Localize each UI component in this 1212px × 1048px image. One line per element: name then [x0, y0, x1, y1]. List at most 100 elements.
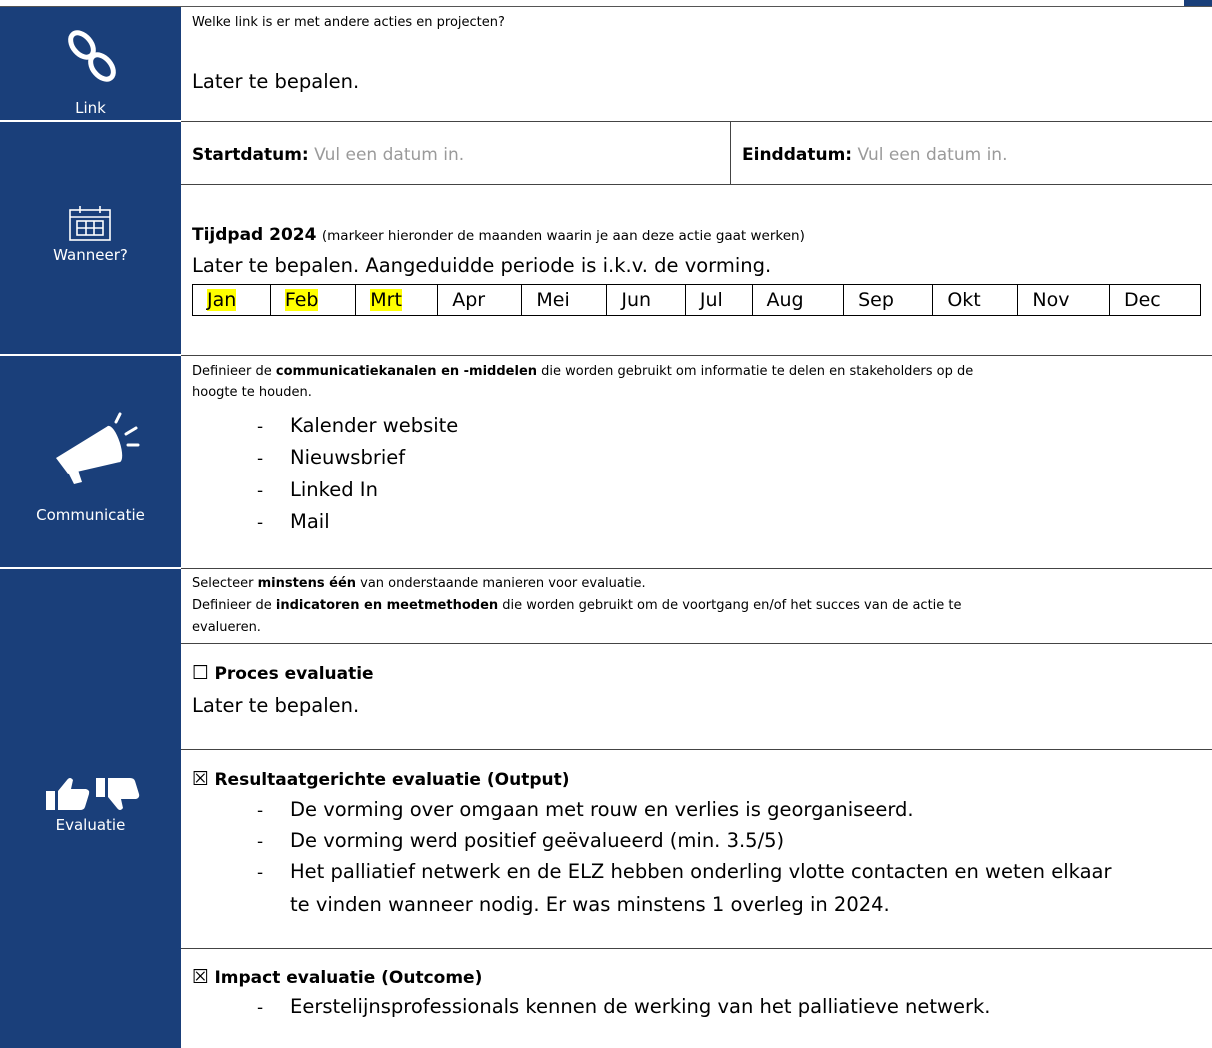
- evaluatie-intro2-post: die worden gebruikt om de voortgang en/o…: [498, 598, 962, 613]
- impact-checkbox[interactable]: ☒: [192, 966, 209, 988]
- date-divider: [730, 122, 731, 184]
- timeline-title: Tijdpad 2024: [192, 225, 317, 245]
- header-fragment: [1184, 0, 1212, 6]
- list-dash: -: [257, 801, 264, 821]
- communicatie-intro: Definieer de communicatiekanalen en -mid…: [192, 364, 973, 379]
- proces-title: Proces evaluatie: [214, 664, 374, 684]
- communicatie-item[interactable]: Kalender website: [290, 414, 458, 437]
- evaluatie-intro2: Definieer de indicatoren en meetmethoden…: [192, 598, 962, 613]
- proces-checkbox[interactable]: ☐: [192, 662, 209, 684]
- timeline-note[interactable]: Later te bepalen. Aangeduidde periode is…: [192, 254, 771, 277]
- month-table: Jan Feb Mrt Apr Mei Jun Jul Aug Sep Okt …: [192, 284, 1202, 316]
- start-date-placeholder: Vul een datum in.: [314, 145, 465, 165]
- resultaat-heading: ☒ Resultaatgerichte evaluatie (Output): [192, 768, 570, 790]
- evaluatie-intro1: Selecteer minstens één van onderstaande …: [192, 576, 646, 591]
- month-aug: Aug: [766, 289, 804, 311]
- timeline-heading: Tijdpad 2024 (markeer hieronder de maand…: [192, 225, 805, 245]
- resultaat-item[interactable]: Het palliatief netwerk en de ELZ hebben …: [290, 860, 1112, 883]
- resultaat-title: Resultaatgerichte evaluatie (Output): [214, 770, 570, 790]
- evaluatie-intro1-post: van onderstaande manieren voor evaluatie…: [356, 576, 646, 591]
- month-okt: Okt: [947, 289, 981, 311]
- month-cell-jun[interactable]: Jun: [606, 284, 686, 316]
- evaluatie-intro2-pre: Definieer de: [192, 598, 276, 613]
- month-jul: Jul: [699, 289, 723, 311]
- evaluatie-intro2-line2: evalueren.: [192, 620, 261, 635]
- divider: [181, 355, 1212, 356]
- month-apr: Apr: [452, 289, 486, 311]
- month-cell-aug[interactable]: Aug: [751, 284, 845, 316]
- list-dash: -: [257, 449, 264, 469]
- divider: [181, 948, 1212, 949]
- resultaat-checkbox[interactable]: ☒: [192, 768, 209, 790]
- sidebar-link: Link: [0, 7, 181, 121]
- sidebar-label-evaluatie: Evaluatie: [55, 816, 126, 834]
- resultaat-item-cont[interactable]: te vinden wanneer nodig. Er was minstens…: [290, 893, 890, 916]
- sidebar-label-communicatie: Communicatie: [36, 506, 145, 524]
- divider: [181, 643, 1212, 644]
- month-sep: Sep: [858, 289, 894, 311]
- start-date-label: Startdatum:: [192, 145, 309, 165]
- list-dash: -: [257, 481, 264, 501]
- sidebar-evaluatie: Evaluatie: [0, 569, 181, 1048]
- communicatie-intro-post: die worden gebruikt om informatie te del…: [537, 364, 974, 379]
- divider: [181, 568, 1212, 569]
- end-date-label: Einddatum:: [742, 145, 853, 165]
- month-cell-okt[interactable]: Okt: [932, 284, 1019, 316]
- month-dec: Dec: [1123, 289, 1161, 311]
- list-dash: -: [257, 863, 264, 883]
- sidebar-label-link: Link: [75, 99, 106, 117]
- month-cell-apr[interactable]: Apr: [437, 284, 523, 316]
- month-jun: Jun: [621, 289, 652, 311]
- communicatie-item[interactable]: Linked In: [290, 478, 378, 501]
- month-feb: Feb: [284, 289, 319, 311]
- timeline-hint: (markeer hieronder de maanden waarin je …: [321, 228, 805, 244]
- divider: [181, 121, 1212, 122]
- month-mrt: Mrt: [370, 289, 402, 311]
- month-cell-mei[interactable]: Mei: [521, 284, 608, 316]
- month-cell-mrt[interactable]: Mrt: [355, 284, 439, 316]
- sidebar-label-wanneer: Wanneer?: [53, 246, 128, 264]
- start-date-field[interactable]: Startdatum: Vul een datum in.: [192, 145, 464, 165]
- impact-title: Impact evaluatie (Outcome): [214, 968, 483, 988]
- divider: [181, 184, 1212, 185]
- calendar-icon: [69, 206, 111, 241]
- month-cell-dec[interactable]: Dec: [1108, 284, 1202, 316]
- month-cell-jan[interactable]: Jan: [192, 284, 271, 316]
- proces-heading: ☐ Proces evaluatie: [192, 662, 374, 684]
- month-cell-nov[interactable]: Nov: [1017, 284, 1110, 316]
- communicatie-item[interactable]: Mail: [290, 510, 330, 533]
- list-dash: -: [257, 417, 264, 437]
- month-mei: Mei: [536, 289, 570, 311]
- evaluatie-intro1-pre: Selecteer: [192, 576, 258, 591]
- link-icon: [68, 30, 116, 82]
- sidebar-communicatie: Communicatie: [0, 356, 181, 568]
- month-cell-sep[interactable]: Sep: [843, 284, 934, 316]
- end-date-placeholder: Vul een datum in.: [857, 145, 1008, 165]
- divider: [181, 749, 1212, 750]
- month-jan: Jan: [207, 289, 237, 311]
- sidebar-wanneer: Wanneer?: [0, 122, 181, 355]
- resultaat-item[interactable]: De vorming over omgaan met rouw en verli…: [290, 798, 914, 821]
- top-rule: [0, 6, 1212, 7]
- communicatie-intro-pre: Definieer de: [192, 364, 276, 379]
- end-date-field[interactable]: Einddatum: Vul een datum in.: [742, 145, 1008, 165]
- link-answer[interactable]: Later te bepalen.: [192, 70, 359, 93]
- resultaat-item[interactable]: De vorming werd positief geëvalueerd (mi…: [290, 829, 784, 852]
- communicatie-item[interactable]: Nieuwsbrief: [290, 446, 405, 469]
- impact-item[interactable]: Eerstelijnsprofessionals kennen de werki…: [290, 995, 991, 1018]
- list-dash: -: [257, 513, 264, 533]
- evaluatie-intro1-bold: minstens één: [257, 576, 357, 591]
- thumbs-up-down-icon: [46, 778, 140, 810]
- list-dash: -: [257, 998, 264, 1018]
- evaluatie-intro2-bold: indicatoren en meetmethoden: [275, 598, 499, 613]
- megaphone-icon: [56, 412, 140, 484]
- list-dash: -: [257, 832, 264, 852]
- communicatie-intro-line2: hoogte te houden.: [192, 385, 312, 400]
- impact-heading: ☒ Impact evaluatie (Outcome): [192, 966, 482, 988]
- month-cell-jul[interactable]: Jul: [684, 284, 753, 316]
- link-question: Welke link is er met andere acties en pr…: [192, 15, 505, 30]
- month-nov: Nov: [1032, 289, 1070, 311]
- communicatie-intro-bold: communicatiekanalen en -middelen: [275, 364, 538, 379]
- month-cell-feb[interactable]: Feb: [269, 284, 357, 316]
- proces-text[interactable]: Later te bepalen.: [192, 694, 359, 717]
